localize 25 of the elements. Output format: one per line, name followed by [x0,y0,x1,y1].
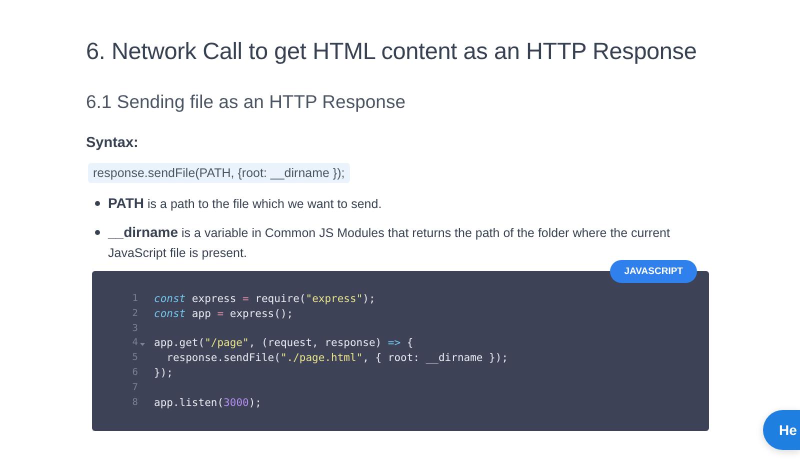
line-number: 3 [131,322,138,336]
section-heading: 6. Network Call to get HTML content as an HTTP Response [86,38,698,65]
subsection-heading: 6.1 Sending file as an HTTP Response [86,91,406,113]
syntax-label: Syntax: [86,135,140,151]
language-badge: JAVASCRIPT [610,260,697,283]
code-line: const express = require("express"); [154,293,376,307]
line-number: 1 [131,293,138,306]
code-line: app.listen(3000); [154,396,262,411]
help-button[interactable]: He [763,410,800,450]
line-number: 7 [131,382,138,395]
bullet-item: PATH is a path to the file which we want to send. [108,194,382,213]
line-number: 2 [131,308,138,321]
line-number: 6 [131,366,138,380]
bullet-icon [95,201,100,206]
line-number: 8 [131,396,138,410]
inline-code: response.sendFile(PATH, {root: __dirname }); [88,163,350,183]
code-line: }); [154,366,173,381]
fold-icon[interactable] [140,343,145,346]
bullet-icon [95,230,100,235]
line-number: 4 [131,337,138,350]
code-line: response.sendFile("./page.html", { root: __dirname }); [166,352,508,366]
code-line: app.get("/page", (request, response) => { [154,337,414,352]
bullet-item: __dirname is a variable in Common JS Modules that returns the path of the folder where the current JavaScript file is present. [108,223,671,262]
code-line: const app = express(); [154,308,294,322]
line-number: 5 [131,352,138,366]
